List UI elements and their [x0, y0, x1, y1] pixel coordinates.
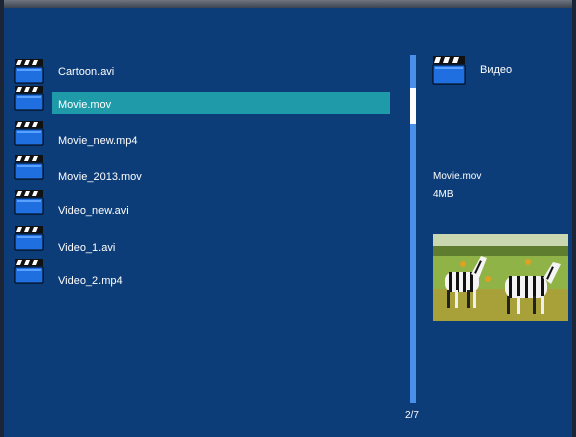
file-name: Video_2.mp4 [58, 275, 123, 287]
clapperboard-icon [14, 121, 44, 146]
clapperboard-icon [432, 56, 466, 85]
file-item-movie-new[interactable]: Movie_new.mp4 [12, 121, 390, 152]
selected-file-name: Movie.mov [433, 171, 482, 182]
category-label: Видео [480, 64, 513, 76]
window-top-bezel [0, 0, 576, 8]
file-name: Movie.mov [58, 99, 112, 111]
window-right-bezel [572, 0, 576, 437]
file-item-video-2[interactable]: Video_2.mp4 [12, 259, 390, 290]
video-thumbnail-preview [433, 234, 568, 321]
file-name: Video_1.avi [58, 242, 116, 254]
selected-file-size: 4MB [433, 189, 454, 200]
clapperboard-icon [14, 59, 44, 84]
file-name: Movie_2013.mov [58, 171, 142, 183]
clapperboard-icon [14, 190, 44, 215]
file-name: Cartoon.avi [58, 66, 115, 78]
page-counter: 2/7 [405, 410, 419, 421]
scrollbar-thumb[interactable] [410, 88, 416, 124]
clapperboard-icon [14, 259, 44, 284]
clapperboard-icon [14, 226, 44, 251]
zebra-thumbnail-image [433, 234, 568, 321]
file-item-video-new[interactable]: Video_new.avi [12, 190, 390, 221]
file-name: Movie_new.mp4 [58, 135, 138, 147]
clapperboard-icon [14, 155, 44, 180]
file-item-cartoon[interactable]: Cartoon.avi [12, 56, 390, 84]
file-item-video-1[interactable]: Video_1.avi [12, 226, 390, 257]
clapperboard-icon [14, 86, 44, 111]
file-item-movie-2013[interactable]: Movie_2013.mov [12, 155, 390, 186]
window-left-bezel [0, 0, 4, 437]
file-name: Video_new.avi [58, 205, 129, 217]
file-item-movie-selected[interactable]: Movie.mov [12, 86, 390, 117]
